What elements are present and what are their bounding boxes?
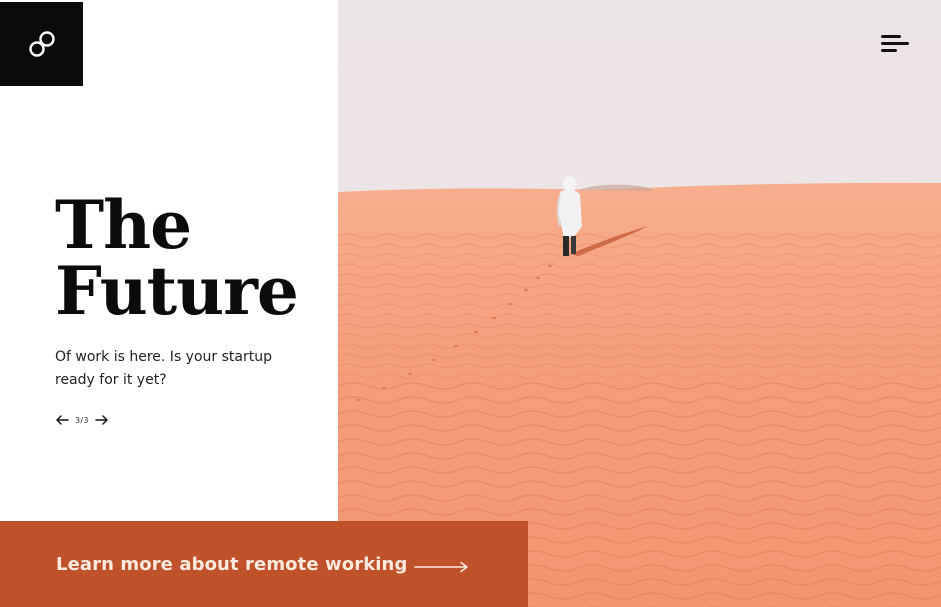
arrow-left-icon[interactable] — [55, 413, 69, 427]
slide-counter: 3/3 — [75, 415, 89, 425]
hero-subtitle: Of work is here. Is your startup ready f… — [55, 349, 272, 388]
logo[interactable] — [0, 2, 83, 86]
infinity-link-icon — [28, 31, 55, 57]
menu-button[interactable] — [881, 33, 911, 55]
hero-title: The Future — [55, 192, 325, 324]
hero-image — [338, 0, 941, 607]
hero-title-line2: Future — [55, 252, 299, 330]
slider-nav: 3/3 — [55, 412, 109, 428]
menu-line — [881, 49, 897, 52]
landing-page: The Future Of work is here. Is your star… — [0, 0, 941, 607]
cta-label: Learn more about remote working — [56, 553, 408, 575]
arrow-right-icon[interactable] — [95, 413, 109, 427]
long-arrow-right-icon — [414, 561, 468, 573]
cta-button[interactable]: Learn more about remote working — [0, 521, 528, 607]
menu-line — [881, 42, 909, 45]
hero-title-line1: The — [55, 186, 192, 264]
hamburger-menu-icon — [881, 35, 901, 38]
